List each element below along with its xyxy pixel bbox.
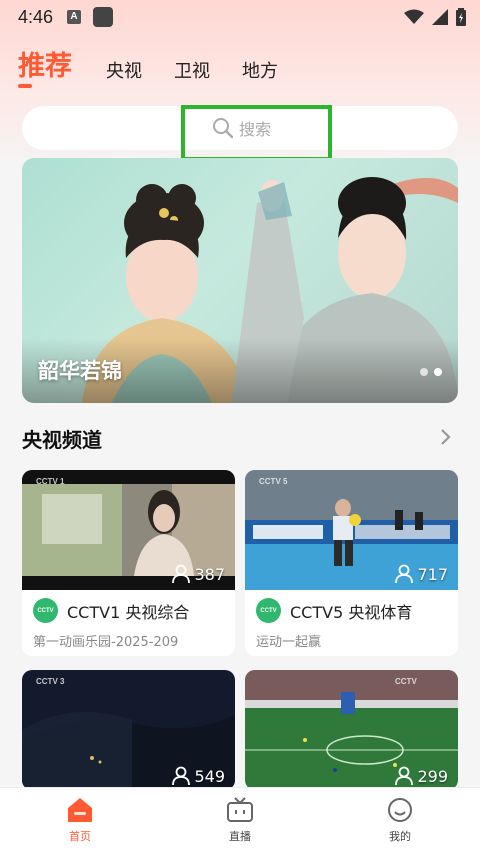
current-program: 第一动画乐园-2025-209 xyxy=(33,635,179,650)
battery-icon xyxy=(456,8,466,26)
card-thumbnail: CCTV 1 387 xyxy=(22,470,235,590)
viewer-count: 549 xyxy=(171,766,225,786)
person-icon xyxy=(172,766,191,786)
notification-a-icon: A xyxy=(67,10,82,24)
card-info: CCTV CCTV1 央视综合 第一动画乐园-2025-209 xyxy=(22,590,235,656)
viewer-count-value: 387 xyxy=(194,564,225,584)
thumb-channel-logo: CCTV 5 xyxy=(259,477,288,486)
pager-dot-active xyxy=(434,368,442,376)
search-icon xyxy=(213,118,234,139)
thumb-channel-logo: CCTV 1 xyxy=(36,477,65,486)
channel-logo-icon: CCTV xyxy=(256,598,281,623)
tab-cctv[interactable]: 央视 xyxy=(106,57,142,87)
pager-dot xyxy=(420,368,428,376)
channel-card-cctv1[interactable]: CCTV 1 387 CCTV CCTV1 央视综合 第一动画乐园-2025-2… xyxy=(22,470,235,656)
nav-mine-label: 我的 xyxy=(389,830,411,843)
search-placeholder: 搜索 xyxy=(239,120,272,139)
status-bar: 4:46 A xyxy=(0,0,480,34)
channel-row: CCTV CCTV5 央视体育 xyxy=(256,598,448,623)
person-icon xyxy=(395,564,414,584)
thumb-channel-logo: CCTV xyxy=(395,677,417,686)
viewer-count-value: 549 xyxy=(194,766,225,786)
chevron-right-icon[interactable] xyxy=(440,428,452,446)
viewer-count: 387 xyxy=(171,564,225,584)
signal-icon xyxy=(432,9,448,25)
channel-name: CCTV5 央视体育 xyxy=(290,602,413,622)
bottom-navigation: 首页 直播 我的 xyxy=(0,787,480,853)
nav-mine[interactable]: 我的 xyxy=(320,788,480,853)
banner-pager xyxy=(420,368,442,376)
tab-satellite[interactable]: 卫视 xyxy=(174,57,210,87)
tab-recommend[interactable]: 推荐 xyxy=(18,44,72,87)
person-icon xyxy=(172,564,191,584)
nav-home-label: 首页 xyxy=(69,830,91,843)
channel-card-4[interactable]: CCTV 299 xyxy=(245,670,458,790)
channel-card-cctv5[interactable]: CCTV 5 717 CCTV CCTV5 央视体育 运动一起赢 xyxy=(245,470,458,656)
channel-card-3[interactable]: CCTV 3 549 xyxy=(22,670,235,790)
viewer-count: 299 xyxy=(394,766,448,786)
smile-icon xyxy=(388,798,412,822)
card-info: CCTV CCTV5 央视体育 运动一起赢 xyxy=(245,590,458,656)
channel-logo-icon: CCTV xyxy=(33,598,58,623)
viewer-count-value: 717 xyxy=(417,564,448,584)
card-thumbnail: CCTV 5 717 xyxy=(245,470,458,590)
featured-banner[interactable]: 韶华若锦 xyxy=(22,158,458,403)
nav-live[interactable]: 直播 xyxy=(160,788,320,853)
tab-local[interactable]: 地方 xyxy=(242,57,278,87)
person-icon xyxy=(395,766,414,786)
nav-home[interactable]: 首页 xyxy=(0,788,160,853)
category-tabs: 推荐 央视 卫视 地方 xyxy=(18,44,310,87)
channel-name: CCTV1 央视综合 xyxy=(67,602,190,622)
search-input[interactable]: 搜索 xyxy=(212,116,271,140)
channel-row: CCTV CCTV1 央视综合 xyxy=(33,598,225,623)
viewer-count-value: 299 xyxy=(417,766,448,786)
banner-title: 韶华若锦 xyxy=(38,359,122,383)
card-thumbnail: CCTV 299 xyxy=(245,670,458,790)
thumb-channel-logo: CCTV 3 xyxy=(36,677,65,686)
home-icon xyxy=(68,798,92,822)
wifi-icon xyxy=(404,9,424,24)
tv-icon xyxy=(227,797,253,822)
section-title: 央视频道 xyxy=(22,428,102,452)
card-thumbnail: CCTV 3 549 xyxy=(22,670,235,790)
active-tab-indicator xyxy=(18,84,32,88)
status-time: 4:46 xyxy=(18,6,54,27)
current-program: 运动一起赢 xyxy=(256,635,322,650)
notification-app-icon xyxy=(93,7,114,27)
nav-live-label: 直播 xyxy=(229,830,251,843)
viewer-count: 717 xyxy=(394,564,448,584)
